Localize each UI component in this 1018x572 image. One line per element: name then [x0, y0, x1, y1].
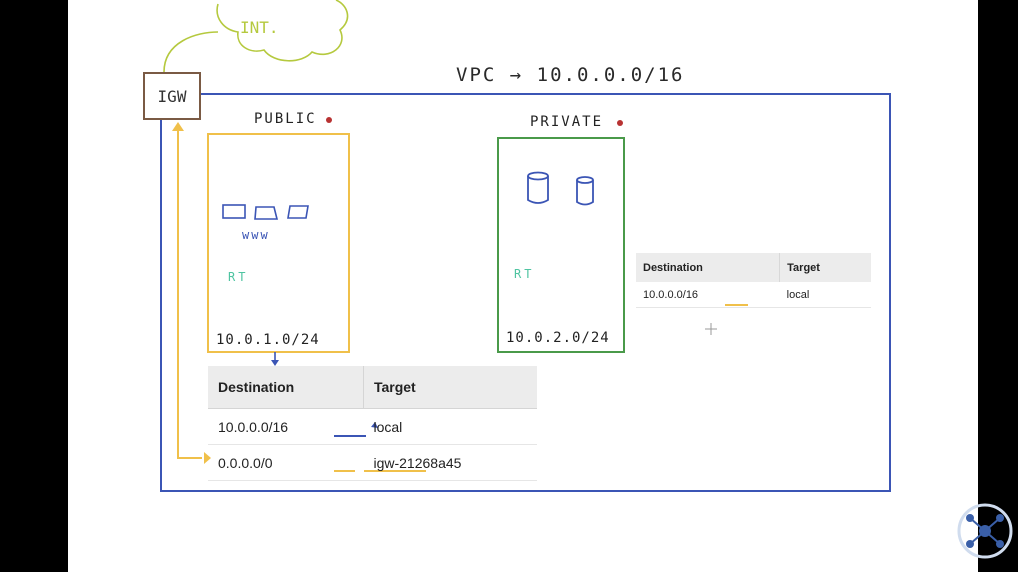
- channel-logo-icon: [957, 503, 1013, 559]
- public-subnet-box: [207, 133, 350, 353]
- servers-label: www: [242, 228, 270, 242]
- internet-gateway-box: IGW: [143, 72, 201, 120]
- target-header: Target: [362, 366, 537, 409]
- crosshair-cursor: [705, 323, 717, 335]
- destination-cell: 0.0.0.0/0: [208, 444, 364, 481]
- public-route-table: Destination Target 10.0.0.0/16 local 0.0…: [208, 366, 537, 481]
- internet-cloud: [216, 0, 349, 62]
- destination-header: Destination: [636, 253, 780, 282]
- table-header-row: Destination Target: [208, 366, 537, 409]
- private-subnet-cidr: 10.0.2.0/24: [506, 330, 610, 346]
- destination-header: Destination: [208, 366, 364, 409]
- cloud-to-igw-link: [163, 31, 219, 73]
- public-subnet-title: PUBLIC: [254, 111, 317, 127]
- destination-cell: 10.0.0.0/16: [636, 282, 780, 308]
- private-subnet-title: PRIVATE: [530, 114, 604, 130]
- igw-label: IGW: [157, 86, 187, 106]
- target-cell: local: [363, 408, 537, 445]
- public-rt-label: RT: [228, 270, 249, 284]
- private-rt-label: RT: [514, 267, 535, 281]
- server-icons: [222, 204, 309, 220]
- diagram-canvas: VPC → 10.0.0.0/16 INT. IGW PUBLIC www RT…: [68, 0, 978, 572]
- vpc-label: VPC → 10.0.0.0/16: [456, 64, 685, 86]
- public-subnet-cidr: 10.0.1.0/24: [216, 332, 320, 348]
- private-route-table: Destination Target 10.0.0.0/16 local: [636, 253, 871, 308]
- private-subnet-box: [497, 137, 625, 353]
- target-header: Target: [779, 253, 871, 282]
- igw-route-arrowhead: [172, 122, 184, 131]
- destination-cell: 10.0.0.0/16: [208, 408, 364, 445]
- private-status-dot: [617, 120, 623, 126]
- internet-label: INT.: [240, 18, 279, 37]
- igw-target-link[interactable]: igw-21268a45: [363, 444, 537, 481]
- target-cell: local: [779, 282, 871, 308]
- table-row: 10.0.0.0/16 local: [208, 408, 537, 445]
- table-row: 10.0.0.0/16 local: [636, 282, 871, 308]
- igw-route-line: [177, 130, 202, 459]
- table-row: 0.0.0.0/0 igw-21268a45: [208, 444, 537, 481]
- database-icons: [527, 171, 594, 206]
- public-status-dot: [326, 117, 332, 123]
- table-header-row: Destination Target: [636, 253, 871, 282]
